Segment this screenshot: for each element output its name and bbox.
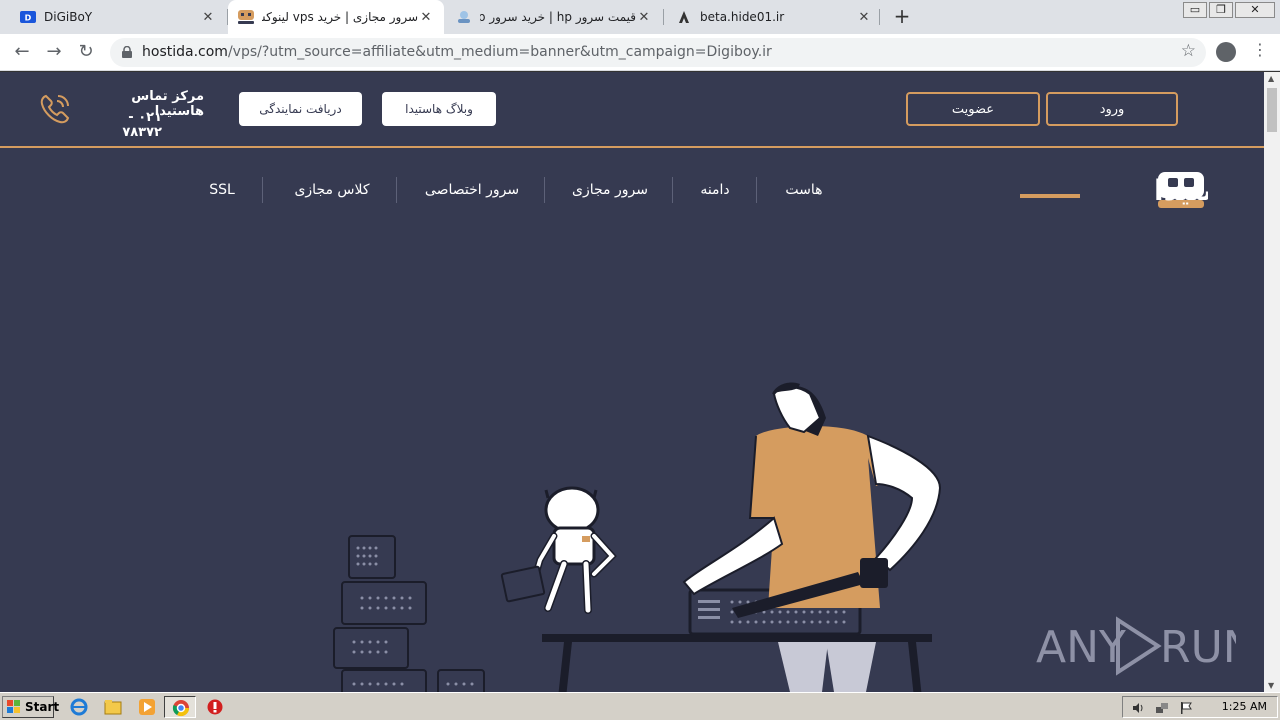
watermark-text-any: ANY xyxy=(1036,622,1126,673)
ie-icon[interactable] xyxy=(70,698,88,716)
nav-item-vps[interactable]: سرور مجازی xyxy=(556,178,664,202)
server-icon xyxy=(456,9,472,25)
nav-separator xyxy=(672,177,673,203)
tab-title: قیمت سرور hp | خرید سرور hp با... xyxy=(480,10,636,24)
contact-phone[interactable]: ۰۲۱ - ۷۸۳۷۲ xyxy=(86,110,162,140)
scroll-down-icon[interactable]: ▼ xyxy=(1268,681,1274,690)
account-icon[interactable] xyxy=(1216,42,1236,62)
action-center-flag-icon[interactable] xyxy=(1179,701,1193,715)
hide01-icon xyxy=(676,9,692,25)
tab-hide01[interactable]: beta.hide01.ir ✕ xyxy=(666,0,882,34)
header-divider xyxy=(0,146,1264,148)
nav-item-ssl[interactable]: SSL xyxy=(198,178,246,202)
forward-arrow-icon[interactable]: → xyxy=(42,41,66,63)
nav-separator xyxy=(544,177,545,203)
start-button[interactable]: Start xyxy=(2,696,59,718)
digiboy-icon: D xyxy=(20,9,36,25)
login-button[interactable]: ورود xyxy=(1046,92,1178,126)
bookmark-star-icon[interactable]: ☆ xyxy=(1181,41,1196,61)
windows-flag-icon xyxy=(7,700,20,713)
tab-title: DiGiBoY xyxy=(44,10,93,24)
url-text: hostida.com/vps/?utm_source=affiliate&ut… xyxy=(142,44,772,60)
network-icon[interactable] xyxy=(1155,701,1169,715)
hostida-icon xyxy=(238,9,254,25)
anyrun-watermark-icon: ANY RUN xyxy=(1036,616,1236,676)
scroll-up-icon[interactable]: ▲ xyxy=(1268,74,1274,83)
volume-icon[interactable] xyxy=(1131,701,1145,715)
taskbar-clock[interactable]: 1:25 AM xyxy=(1222,700,1267,713)
lock-icon xyxy=(122,46,132,58)
maximize-button[interactable]: ❐ xyxy=(1209,2,1233,18)
nav-separator xyxy=(756,177,757,203)
hostida-page: ورود عضویت وبلاگ هاستیدا دریافت نمایندگی… xyxy=(0,72,1264,692)
close-icon[interactable]: ✕ xyxy=(636,10,652,25)
chrome-icon xyxy=(172,700,190,717)
signup-button[interactable]: عضویت xyxy=(906,92,1040,126)
nav-item-host[interactable]: هاست xyxy=(772,178,836,202)
watermark-text-run: RUN xyxy=(1160,622,1236,673)
system-tray: 1:25 AM xyxy=(1122,696,1278,718)
hostida-logo[interactable]: هاستیدا xyxy=(1016,168,1260,212)
robot-illustration xyxy=(500,486,617,614)
browser-toolbar: ← → ↻ hostida.com/vps/?utm_source=affili… xyxy=(0,34,1280,71)
url-path: /vps/?utm_source=affiliate&utm_medium=ba… xyxy=(227,44,772,60)
tab-hostida[interactable]: سرور مجازی | خرید vps لینوکس ... ✕ xyxy=(228,0,444,34)
menu-kebab-icon[interactable]: ⋮ xyxy=(1252,40,1268,59)
scroll-thumb[interactable] xyxy=(1267,88,1277,132)
tab-separator xyxy=(879,9,880,25)
tab-separator xyxy=(663,9,664,25)
chrome-taskbar-button[interactable] xyxy=(164,696,196,718)
close-icon[interactable]: ✕ xyxy=(418,10,434,25)
nav-item-dedicated-server[interactable]: سرور اختصاصی xyxy=(410,178,534,202)
address-bar[interactable]: hostida.com/vps/?utm_source=affiliate&ut… xyxy=(110,38,1206,67)
server-stack-illustration xyxy=(333,535,485,692)
close-icon[interactable]: ✕ xyxy=(856,10,872,25)
reload-icon[interactable]: ↻ xyxy=(74,41,98,63)
phone-icon xyxy=(40,94,70,124)
tab-title: beta.hide01.ir xyxy=(700,10,785,24)
close-icon[interactable]: ✕ xyxy=(200,10,216,25)
nav-separator xyxy=(396,177,397,203)
start-label: Start xyxy=(25,700,60,714)
page-scrollbar[interactable]: ▲ ▼ xyxy=(1264,72,1280,692)
tab-title: سرور مجازی | خرید vps لینوکس ... xyxy=(262,10,418,24)
svg-text:D: D xyxy=(25,14,32,23)
blog-button[interactable]: وبلاگ هاستیدا xyxy=(382,92,496,126)
new-tab-button[interactable]: + xyxy=(890,5,914,29)
close-window-button[interactable]: ✕ xyxy=(1235,2,1275,18)
windows-taskbar: Start 1:25 AM xyxy=(0,692,1280,720)
browser-tab-strip: D DiGiBoY ✕ سرور مجازی | خرید vps لینوکس… xyxy=(0,0,1280,34)
nav-item-virtual-class[interactable]: کلاس مجازی xyxy=(278,178,386,202)
tab-hp-server[interactable]: قیمت سرور hp | خرید سرور hp با... ✕ xyxy=(446,0,662,34)
explorer-icon[interactable] xyxy=(104,698,122,716)
technician-illustration xyxy=(682,382,942,692)
nav-item-domain[interactable]: دامنه xyxy=(684,178,746,202)
hostida-logo-mark-icon: هاستیدا xyxy=(1020,172,1260,208)
main-nav: هاست دامنه سرور مجازی سرور اختصاصی کلاس … xyxy=(190,177,850,203)
reseller-button[interactable]: دریافت نمایندگی xyxy=(239,92,362,126)
nav-separator xyxy=(262,177,263,203)
hero-illustration xyxy=(333,382,942,692)
tab-digiboy[interactable]: D DiGiBoY ✕ xyxy=(10,0,226,34)
stop-icon[interactable] xyxy=(206,698,224,716)
media-player-icon[interactable] xyxy=(138,698,156,716)
logo-text: هاستیدا xyxy=(1154,174,1208,207)
minimize-button[interactable]: ▭ xyxy=(1183,2,1207,18)
url-host: hostida.com xyxy=(142,44,228,60)
back-arrow-icon[interactable]: ← xyxy=(10,41,34,63)
